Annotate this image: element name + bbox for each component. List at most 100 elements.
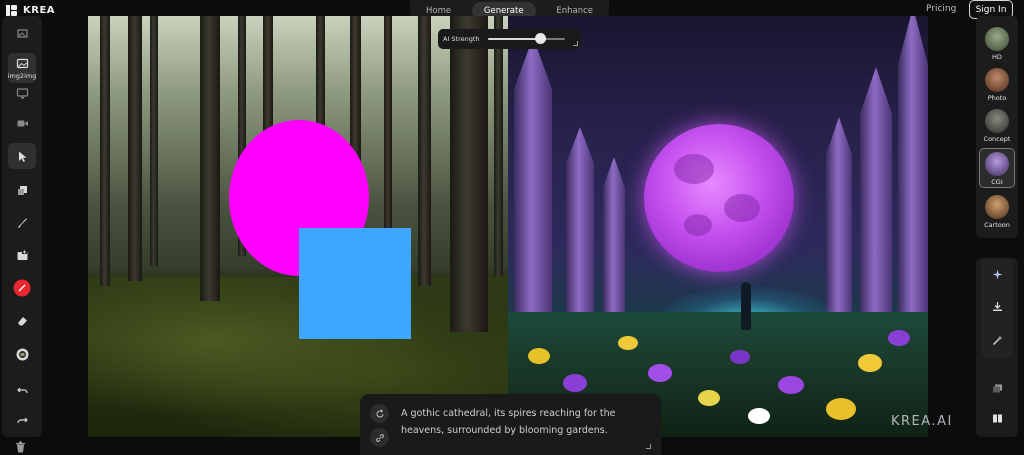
image-icon bbox=[16, 58, 28, 68]
flower bbox=[563, 374, 587, 392]
tool-select[interactable] bbox=[8, 143, 36, 169]
pricing-link[interactable]: Pricing bbox=[926, 4, 956, 14]
krea-logo-icon bbox=[6, 4, 17, 16]
regenerate-button[interactable] bbox=[370, 404, 389, 423]
redo-icon bbox=[16, 417, 28, 423]
image-stack-icon bbox=[16, 28, 28, 38]
magic-wand-icon bbox=[992, 335, 1002, 345]
tree-trunk bbox=[450, 16, 488, 332]
style-cgi[interactable]: CGI bbox=[979, 148, 1015, 188]
tool-color-picker[interactable] bbox=[8, 275, 36, 301]
tool-brush[interactable] bbox=[8, 210, 36, 236]
style-concept-label: Concept bbox=[983, 135, 1011, 143]
flower bbox=[826, 398, 856, 420]
tool-monitor[interactable] bbox=[8, 80, 36, 106]
tree-trunk bbox=[384, 16, 392, 256]
cathedral-spire bbox=[860, 67, 892, 327]
moon-crater bbox=[684, 214, 712, 236]
tree-trunk bbox=[100, 16, 110, 286]
style-hd[interactable]: HD bbox=[979, 24, 1015, 64]
split-view-button[interactable] bbox=[987, 408, 1007, 428]
undo-icon bbox=[16, 387, 28, 393]
download-button[interactable] bbox=[987, 296, 1007, 316]
style-cgi-thumb bbox=[985, 152, 1009, 176]
shapes-icon bbox=[17, 185, 27, 195]
style-photo-thumb bbox=[985, 68, 1009, 92]
magic-button[interactable] bbox=[987, 330, 1007, 350]
style-cartoon[interactable]: Cartoon bbox=[979, 192, 1015, 232]
resize-handle-icon[interactable] bbox=[646, 444, 651, 449]
style-photo[interactable]: Photo bbox=[979, 65, 1015, 105]
tool-img2img-label: img2img bbox=[7, 71, 37, 80]
redo-button[interactable] bbox=[8, 407, 36, 433]
right-toolbar bbox=[976, 258, 1018, 437]
tree-trunk bbox=[494, 16, 503, 276]
prompt-box[interactable]: A gothic cathedral, its spires reaching … bbox=[360, 394, 661, 455]
flower bbox=[648, 364, 672, 382]
webcam-icon bbox=[16, 348, 28, 360]
tool-video[interactable] bbox=[8, 110, 36, 136]
cathedral-spire bbox=[514, 37, 552, 327]
ai-strength-slider[interactable] bbox=[488, 38, 565, 40]
krea-app: KREA Home Generate Enhance Pricing Sign … bbox=[0, 0, 1024, 455]
tool-eraser[interactable] bbox=[8, 307, 36, 333]
input-canvas[interactable] bbox=[88, 16, 508, 437]
prompt-text[interactable]: A gothic cathedral, its spires reaching … bbox=[401, 405, 646, 439]
ai-strength-fill bbox=[488, 38, 541, 40]
cathedral-spire bbox=[566, 127, 594, 327]
style-concept-thumb bbox=[985, 109, 1009, 133]
tool-shape[interactable] bbox=[8, 177, 36, 203]
trash-icon[interactable] bbox=[15, 441, 26, 453]
cathedral-spire bbox=[898, 16, 928, 327]
resize-handle-icon[interactable] bbox=[573, 41, 578, 46]
flower bbox=[778, 376, 804, 394]
moon-crater bbox=[674, 154, 714, 184]
blue-square-shape[interactable] bbox=[299, 228, 411, 339]
style-hd-label: HD bbox=[992, 53, 1002, 61]
brand[interactable]: KREA bbox=[6, 3, 55, 17]
style-hd-thumb bbox=[985, 27, 1009, 51]
style-panel: HD Photo Concept CGI Cartoon bbox=[976, 16, 1018, 238]
color-swatch-icon bbox=[13, 279, 31, 297]
link-button[interactable] bbox=[370, 428, 389, 447]
purple-moon bbox=[644, 124, 794, 272]
ai-strength-control: AI Strength bbox=[438, 29, 581, 49]
tree-trunk bbox=[418, 16, 431, 286]
generated-image bbox=[508, 16, 928, 437]
ai-strength-label: AI Strength bbox=[443, 35, 480, 43]
flower bbox=[618, 336, 638, 350]
flower bbox=[748, 408, 770, 424]
flower bbox=[698, 390, 720, 406]
layers-button[interactable] bbox=[987, 378, 1007, 398]
flower bbox=[858, 354, 882, 372]
tree-trunk bbox=[150, 16, 158, 266]
style-cgi-label: CGI bbox=[991, 178, 1003, 186]
cursor-arrow-icon bbox=[18, 151, 26, 162]
tool-image-add[interactable] bbox=[8, 242, 36, 268]
style-cartoon-thumb bbox=[985, 195, 1009, 219]
flower bbox=[528, 348, 550, 364]
eraser-icon bbox=[17, 316, 27, 325]
tool-webcam[interactable] bbox=[8, 341, 36, 367]
video-camera-icon bbox=[17, 120, 28, 126]
style-cartoon-label: Cartoon bbox=[984, 221, 1010, 229]
tree-trunk bbox=[200, 16, 220, 301]
tree-trunk bbox=[128, 16, 142, 281]
left-toolbar: img2img bbox=[2, 16, 42, 437]
layers-icon bbox=[992, 384, 1002, 392]
ai-strength-thumb[interactable] bbox=[535, 33, 547, 44]
split-view-icon bbox=[992, 414, 1002, 422]
undo-button[interactable] bbox=[8, 377, 36, 403]
link-icon bbox=[375, 433, 384, 442]
download-icon bbox=[992, 301, 1002, 311]
style-photo-label: Photo bbox=[987, 94, 1007, 102]
brand-name: KREA bbox=[23, 4, 56, 16]
tool-cursor-top[interactable] bbox=[8, 20, 36, 46]
cathedral-spire bbox=[603, 157, 625, 327]
monitor-icon bbox=[16, 87, 28, 98]
tool-img2img[interactable]: img2img bbox=[8, 53, 36, 83]
image-add-icon bbox=[17, 249, 27, 260]
enhance-button[interactable] bbox=[987, 264, 1007, 284]
style-concept[interactable]: Concept bbox=[979, 106, 1015, 146]
watermark: KREA.AI bbox=[891, 414, 953, 429]
